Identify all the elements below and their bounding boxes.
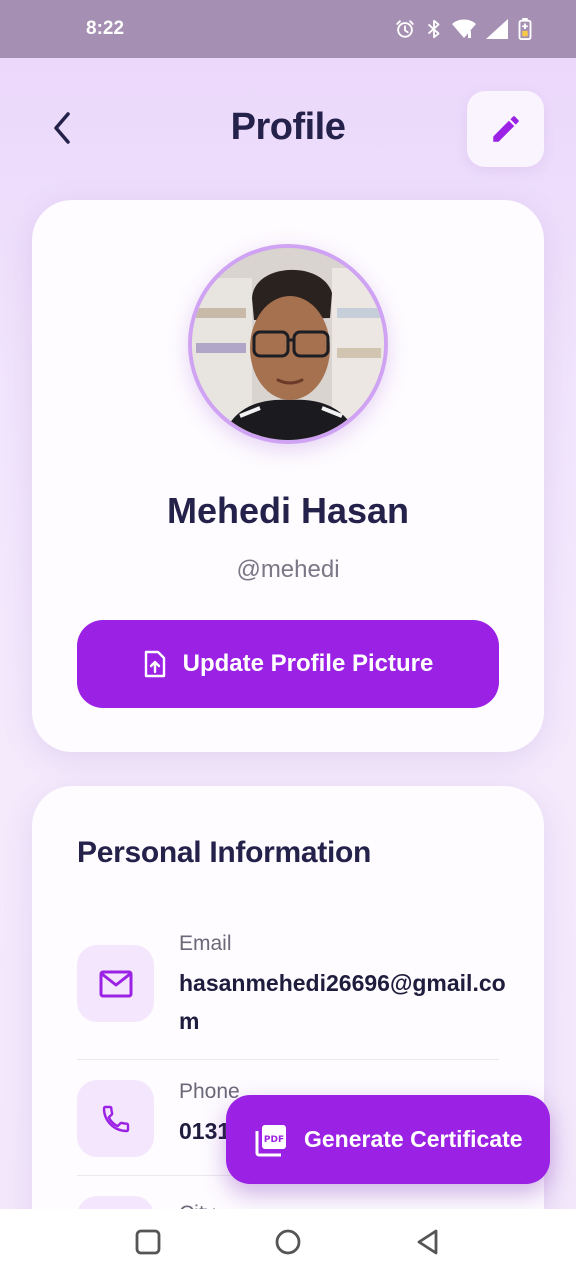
- update-profile-picture-label: Update Profile Picture: [182, 650, 434, 677]
- triangle-back-icon: [417, 1229, 438, 1255]
- circle-icon: [275, 1229, 301, 1255]
- status-time: 8:22: [86, 18, 125, 39]
- back-nav-button[interactable]: [414, 1228, 442, 1261]
- edit-profile-button[interactable]: [467, 91, 544, 167]
- svg-text:PDF: PDF: [264, 1135, 284, 1145]
- bluetooth-icon: [426, 18, 442, 40]
- recents-button[interactable]: [134, 1228, 162, 1261]
- update-profile-picture-button[interactable]: Update Profile Picture: [77, 620, 499, 708]
- header: Profile: [0, 58, 576, 198]
- phone-icon: [77, 1080, 154, 1157]
- upload-file-icon: [144, 650, 165, 678]
- system-navigation-bar: [0, 1209, 576, 1280]
- battery-icon: [518, 18, 532, 40]
- alarm-icon: [394, 18, 416, 40]
- generate-certificate-button[interactable]: PDF Generate Certificate: [226, 1095, 550, 1184]
- status-bar: 8:22: [0, 0, 576, 58]
- cellular-signal-icon: [486, 19, 508, 39]
- divider: [77, 1059, 499, 1060]
- home-button[interactable]: [274, 1228, 302, 1261]
- wifi-icon: [452, 19, 476, 39]
- info-value: hasanmehedi26696@gmail.com: [179, 970, 506, 1034]
- status-icons: [394, 18, 532, 40]
- profile-card: Mehedi Hasan @mehedi Update Profile Pict…: [32, 200, 544, 752]
- section-title: Personal Information: [77, 836, 372, 869]
- pencil-icon: [492, 116, 519, 142]
- mail-icon: [77, 945, 154, 1022]
- profile-handle: @mehedi: [236, 556, 340, 583]
- avatar[interactable]: [188, 244, 388, 444]
- info-label: Phone: [179, 1080, 240, 1103]
- pdf-icon: PDF: [255, 1124, 286, 1156]
- info-row-email[interactable]: Email hasanmehedi26696@gmail.com: [77, 932, 506, 1042]
- info-label: Email: [179, 932, 232, 955]
- profile-name: Mehedi Hasan: [166, 490, 410, 531]
- generate-certificate-label: Generate Certificate: [304, 1126, 523, 1152]
- square-icon: [135, 1229, 161, 1255]
